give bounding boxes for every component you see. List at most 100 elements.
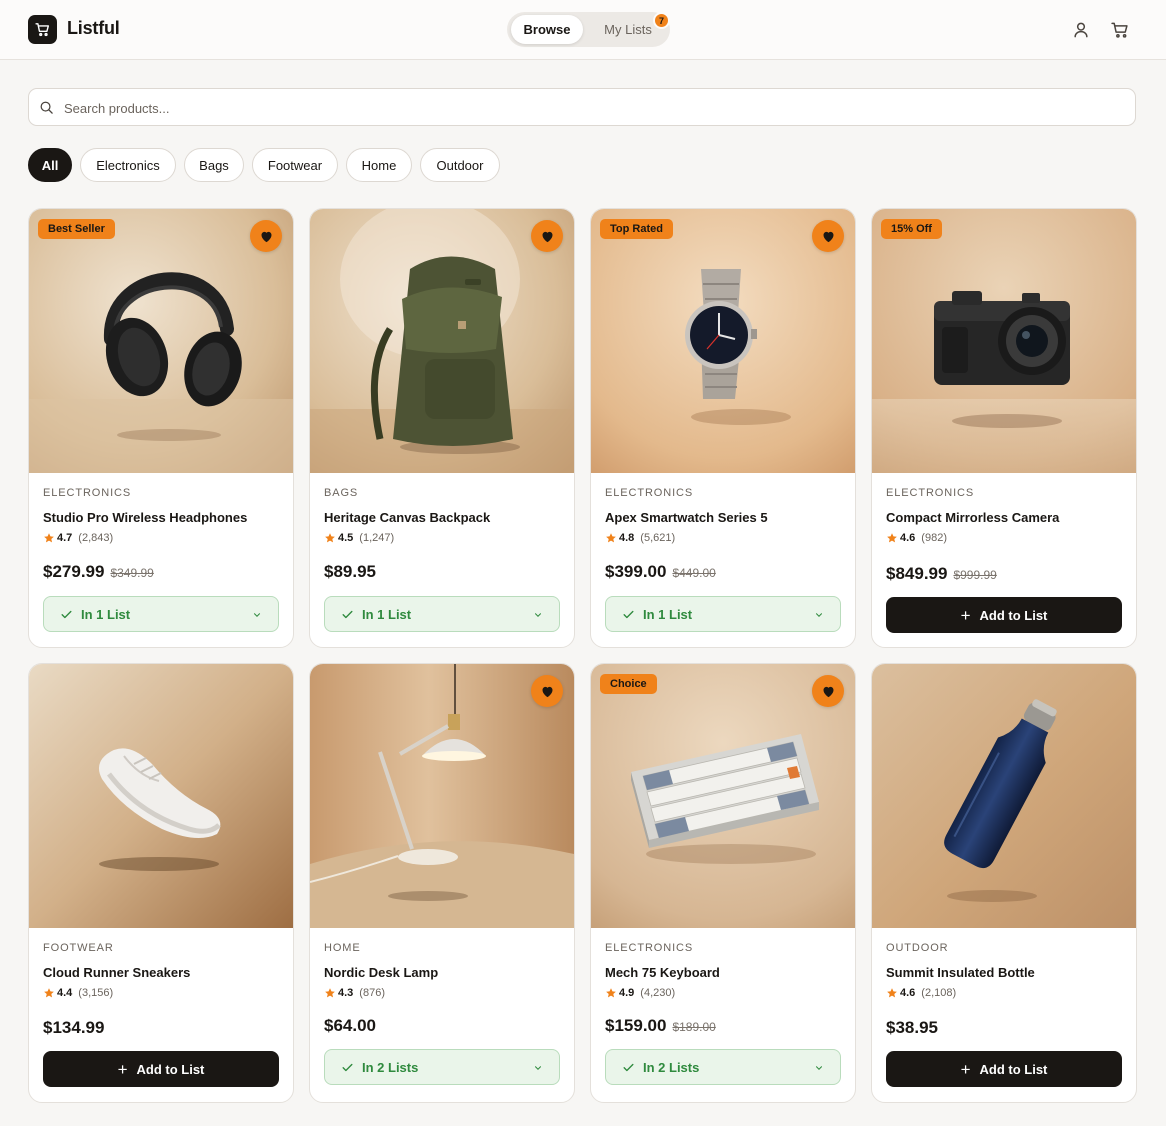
add-to-list-label: Add to List bbox=[979, 607, 1048, 623]
product-rating: 4.8 (5,621) bbox=[605, 532, 675, 544]
plus-icon: + bbox=[117, 1059, 128, 1079]
product-name[interactable]: Studio Pro Wireless Headphones bbox=[43, 510, 247, 525]
check-icon bbox=[61, 610, 72, 619]
in-list-dropdown-button[interactable]: In 1 List bbox=[43, 596, 279, 632]
filter-chip-outdoor[interactable]: Outdoor bbox=[420, 148, 500, 182]
product-name[interactable]: Apex Smartwatch Series 5 bbox=[605, 510, 768, 525]
product-rating: 4.6 (2,108) bbox=[886, 987, 956, 999]
product-tag: 15% Off bbox=[881, 219, 942, 239]
lists-count-badge: 7 bbox=[653, 12, 670, 29]
in-list-dropdown-button[interactable]: In 2 Lists bbox=[605, 1049, 841, 1085]
add-to-list-button[interactable]: + Add to List bbox=[886, 597, 1122, 633]
cart-icon[interactable] bbox=[1110, 20, 1130, 40]
product-image-sneakers[interactable] bbox=[29, 664, 293, 928]
user-icon[interactable] bbox=[1071, 20, 1091, 40]
product-category: ELECTRONICS bbox=[605, 942, 694, 954]
add-to-list-button[interactable]: + Add to List bbox=[886, 1051, 1122, 1087]
star-icon bbox=[606, 533, 616, 543]
product-rating: 4.5 (1,247) bbox=[324, 532, 394, 544]
favorite-heart-button[interactable] bbox=[250, 220, 282, 252]
product-card[interactable]: Top Rated ELECTRONICS Apex Smartwatch Se… bbox=[590, 208, 856, 648]
price-row: $159.00 $189.00 bbox=[605, 1016, 716, 1036]
product-card[interactable]: Best Seller ELECTRONICS Studio Pro Wirel… bbox=[28, 208, 294, 648]
product-name[interactable]: Compact Mirrorless Camera bbox=[886, 510, 1059, 525]
product-name[interactable]: Mech 75 Keyboard bbox=[605, 965, 720, 980]
rating-value: 4.5 bbox=[338, 532, 354, 544]
product-image-keyboard[interactable] bbox=[591, 664, 855, 928]
product-image-backpack[interactable] bbox=[310, 209, 574, 473]
product-name[interactable]: Summit Insulated Bottle bbox=[886, 965, 1035, 980]
star-icon bbox=[606, 988, 616, 998]
in-list-dropdown-button[interactable]: In 2 Lists bbox=[324, 1049, 560, 1085]
product-image-bottle[interactable] bbox=[872, 664, 1136, 928]
product-category: OUTDOOR bbox=[886, 942, 949, 954]
rating-value: 4.4 bbox=[57, 987, 73, 999]
filter-chip-home[interactable]: Home bbox=[346, 148, 412, 182]
star-icon bbox=[325, 988, 335, 998]
list-status-label: In 2 Lists bbox=[643, 1060, 700, 1075]
chevron-down-icon bbox=[534, 613, 542, 617]
price-row: $38.95 bbox=[886, 1018, 938, 1038]
favorite-heart-button[interactable] bbox=[812, 220, 844, 252]
star-icon bbox=[887, 988, 897, 998]
favorite-heart-button[interactable] bbox=[812, 675, 844, 707]
product-card[interactable]: HOME Nordic Desk Lamp 4.3 (876) $64.00 I… bbox=[309, 663, 575, 1103]
product-image-desk-lamp[interactable] bbox=[310, 664, 574, 928]
product-name[interactable]: Heritage Canvas Backpack bbox=[324, 510, 490, 525]
check-icon bbox=[342, 1063, 353, 1072]
product-card[interactable]: BAGS Heritage Canvas Backpack 4.5 (1,247… bbox=[309, 208, 575, 648]
product-rating: 4.6 (982) bbox=[886, 532, 947, 544]
favorite-heart-button[interactable] bbox=[531, 675, 563, 707]
review-count: (876) bbox=[359, 987, 385, 999]
rating-value: 4.9 bbox=[619, 987, 635, 999]
filter-chip-bags[interactable]: Bags bbox=[184, 148, 244, 182]
heart-icon bbox=[542, 231, 552, 242]
tab-browse[interactable]: Browse bbox=[511, 15, 583, 44]
product-name[interactable]: Nordic Desk Lamp bbox=[324, 965, 438, 980]
check-icon bbox=[623, 610, 634, 619]
original-price: $999.99 bbox=[953, 568, 997, 582]
product-image-smartwatch[interactable] bbox=[591, 209, 855, 473]
product-price: $279.99 bbox=[43, 562, 105, 581]
product-card[interactable]: FOOTWEAR Cloud Runner Sneakers 4.4 (3,15… bbox=[28, 663, 294, 1103]
original-price: $349.99 bbox=[110, 566, 154, 580]
product-card[interactable]: 15% Off ELECTRONICS Compact Mirrorless C… bbox=[871, 208, 1137, 648]
filter-chip-electronics[interactable]: Electronics bbox=[80, 148, 176, 182]
review-count: (1,247) bbox=[359, 532, 395, 544]
product-card[interactable]: OUTDOOR Summit Insulated Bottle 4.6 (2,1… bbox=[871, 663, 1137, 1103]
heart-icon bbox=[542, 686, 552, 697]
tab-my-lists[interactable]: My Lists bbox=[595, 15, 661, 44]
in-list-dropdown-button[interactable]: In 1 List bbox=[605, 596, 841, 632]
add-to-list-button[interactable]: + Add to List bbox=[43, 1051, 279, 1087]
review-count: (982) bbox=[921, 532, 947, 544]
product-card[interactable]: Choice ELECTRONICS Mech 75 Keyboard 4.9 … bbox=[590, 663, 856, 1103]
search-bar bbox=[28, 88, 1136, 126]
product-rating: 4.4 (3,156) bbox=[43, 987, 113, 999]
heart-icon bbox=[823, 231, 833, 242]
filter-chip-all[interactable]: All bbox=[28, 148, 72, 182]
price-row: $849.99 $999.99 bbox=[886, 564, 997, 584]
heart-icon bbox=[823, 686, 833, 697]
chevron-down-icon bbox=[815, 1066, 823, 1070]
plus-icon: + bbox=[960, 1059, 971, 1079]
check-icon bbox=[342, 610, 353, 619]
price-row: $89.95 bbox=[324, 562, 376, 582]
review-count: (4,230) bbox=[640, 987, 676, 999]
in-list-dropdown-button[interactable]: In 1 List bbox=[324, 596, 560, 632]
logo-cart-icon[interactable] bbox=[28, 15, 57, 44]
product-name[interactable]: Cloud Runner Sneakers bbox=[43, 965, 190, 980]
product-price: $38.95 bbox=[886, 1018, 938, 1037]
search-input[interactable] bbox=[64, 97, 1114, 119]
price-row: $279.99 $349.99 bbox=[43, 562, 154, 582]
product-rating: 4.3 (876) bbox=[324, 987, 385, 999]
favorite-heart-button[interactable] bbox=[531, 220, 563, 252]
filter-chip-footwear[interactable]: Footwear bbox=[252, 148, 338, 182]
review-count: (2,108) bbox=[921, 987, 957, 999]
list-status-label: In 1 List bbox=[643, 607, 693, 622]
product-price: $399.00 bbox=[605, 562, 667, 581]
product-price: $89.95 bbox=[324, 562, 376, 581]
product-image-camera[interactable] bbox=[872, 209, 1136, 473]
star-icon bbox=[325, 533, 335, 543]
product-image-headphones[interactable] bbox=[29, 209, 293, 473]
star-icon bbox=[887, 533, 897, 543]
